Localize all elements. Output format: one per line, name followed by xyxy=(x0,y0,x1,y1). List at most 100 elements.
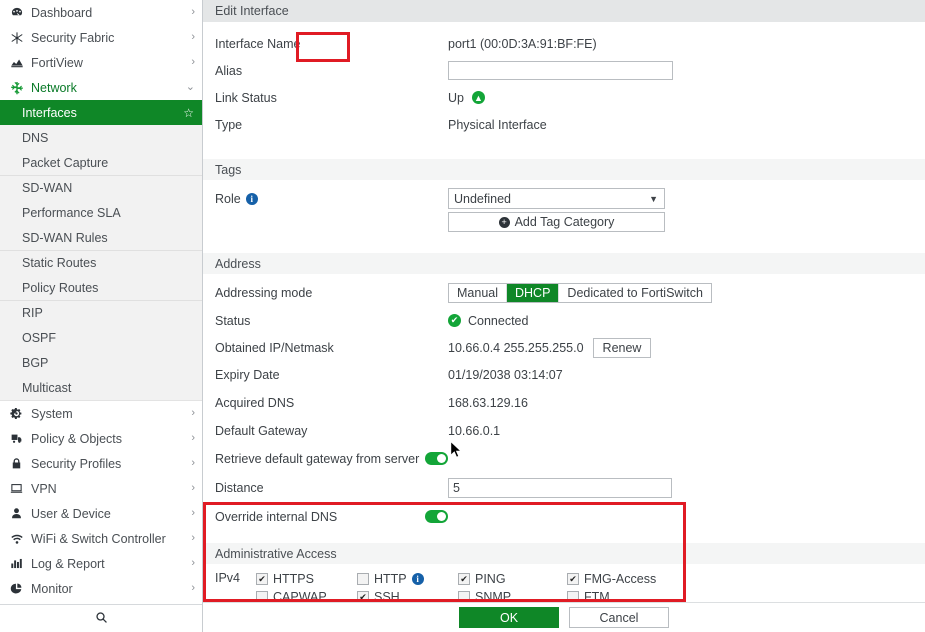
row-obtained-ip: Obtained IP/Netmask 10.66.0.4 255.255.25… xyxy=(203,336,925,359)
ok-button[interactable]: OK xyxy=(459,607,559,628)
link-status-label: Link Status xyxy=(215,91,448,105)
checkbox-label: FMG-Access xyxy=(584,572,656,586)
alias-input[interactable] xyxy=(448,61,673,80)
sidebar-item-policy-routes[interactable]: Policy Routes xyxy=(0,275,202,300)
sidebar-item-label: WiFi & Switch Controller xyxy=(31,532,191,546)
retrieve-default-gateway-toggle[interactable] xyxy=(425,452,448,465)
sidebar-item-security-fabric[interactable]: Security Fabric › xyxy=(0,25,202,50)
sidebar-item-label: User & Device xyxy=(31,507,191,521)
main-navigation-sidebar: Dashboard › Security Fabric › FortiView xyxy=(0,0,203,632)
checkbox-label: PING xyxy=(475,572,506,586)
add-tag-category-button[interactable]: + Add Tag Category xyxy=(448,212,665,232)
checkbox-ping[interactable]: PING xyxy=(458,570,567,588)
override-internal-dns-label: Override internal DNS xyxy=(215,510,425,524)
checkbox-http[interactable]: HTTP i xyxy=(357,570,458,588)
section-header-address: Address xyxy=(203,253,925,274)
security-fabric-icon xyxy=(8,31,25,45)
sidebar-item-ospf[interactable]: OSPF xyxy=(0,325,202,350)
sidebar-item-log-report[interactable]: Log & Report › xyxy=(0,551,202,576)
sidebar-item-label: SD-WAN Rules xyxy=(22,231,108,245)
sidebar-item-security-profiles[interactable]: Security Profiles › xyxy=(0,451,202,476)
sidebar-item-vpn[interactable]: VPN › xyxy=(0,476,202,501)
fortigate-admin-window: Dashboard › Security Fabric › FortiView xyxy=(0,0,925,632)
row-distance: Distance xyxy=(203,476,925,499)
row-status: Status ✔ Connected xyxy=(203,309,925,332)
user-icon xyxy=(8,507,25,520)
network-icon xyxy=(8,81,25,95)
sidebar-item-label: Static Routes xyxy=(22,256,96,270)
row-acquired-dns: Acquired DNS 168.63.129.16 xyxy=(203,391,925,414)
row-type: Type Physical Interface xyxy=(203,113,925,136)
row-alias: Alias xyxy=(203,59,925,82)
policy-objects-icon xyxy=(8,432,25,445)
addressing-mode-dedicated-fortiswitch[interactable]: Dedicated to FortiSwitch xyxy=(559,284,710,302)
addressing-mode-dhcp[interactable]: DHCP xyxy=(507,284,559,302)
retrieve-default-gateway-label: Retrieve default gateway from server xyxy=(215,452,425,466)
checkbox-box xyxy=(357,573,369,585)
sidebar-item-sd-wan[interactable]: SD-WAN xyxy=(0,175,202,200)
sidebar-item-system[interactable]: System › xyxy=(0,401,202,426)
obtained-ip-value: 10.66.0.4 255.255.255.0 xyxy=(448,341,584,355)
info-icon[interactable]: i xyxy=(246,193,258,205)
sidebar-item-label: Network xyxy=(31,81,186,95)
sidebar-item-label: Dashboard xyxy=(31,6,191,20)
sidebar-item-network[interactable]: Network ⌄ xyxy=(0,75,202,100)
sidebar-item-static-routes[interactable]: Static Routes xyxy=(0,250,202,275)
sidebar-search-button[interactable] xyxy=(0,604,202,632)
sidebar-item-label: OSPF xyxy=(22,331,56,345)
distance-input[interactable] xyxy=(448,478,672,498)
sidebar-item-sd-wan-rules[interactable]: SD-WAN Rules xyxy=(0,225,202,250)
sidebar-item-policy-objects[interactable]: Policy & Objects › xyxy=(0,426,202,451)
default-gateway-label: Default Gateway xyxy=(215,424,448,438)
sidebar-item-multicast[interactable]: Multicast xyxy=(0,375,202,400)
sidebar-item-performance-sla[interactable]: Performance SLA xyxy=(0,200,202,225)
sidebar-item-dashboard[interactable]: Dashboard › xyxy=(0,0,202,25)
checkbox-box xyxy=(567,573,579,585)
sidebar-item-user-device[interactable]: User & Device › xyxy=(0,501,202,526)
sidebar-item-interfaces[interactable]: Interfaces ☆ xyxy=(0,100,202,125)
sidebar-item-label: FortiView xyxy=(31,56,191,70)
sidebar-item-label: Policy & Objects xyxy=(31,432,191,446)
row-expiry-date: Expiry Date 01/19/2038 03:14:07 xyxy=(203,363,925,386)
plus-icon: + xyxy=(499,217,510,228)
addressing-mode-segmented-control: Manual DHCP Dedicated to FortiSwitch xyxy=(448,283,712,303)
override-internal-dns-toggle[interactable] xyxy=(425,510,448,523)
sidebar-item-label: BGP xyxy=(22,356,48,370)
checkbox-https[interactable]: HTTPS xyxy=(256,570,357,588)
checkbox-fmg-access[interactable]: FMG-Access xyxy=(567,570,677,588)
favorite-star-icon[interactable]: ☆ xyxy=(183,106,194,120)
addressing-mode-manual[interactable]: Manual xyxy=(449,284,507,302)
search-icon xyxy=(95,611,108,627)
renew-button[interactable]: Renew xyxy=(593,338,652,358)
sidebar-item-dns[interactable]: DNS xyxy=(0,125,202,150)
row-retrieve-default-gateway: Retrieve default gateway from server xyxy=(203,447,925,470)
checkbox-box xyxy=(256,573,268,585)
monitor-icon xyxy=(8,482,25,495)
sidebar-item-rip[interactable]: RIP xyxy=(0,300,202,325)
cancel-button[interactable]: Cancel xyxy=(569,607,669,628)
row-role: Role i Undefined ▼ + Add Tag Category xyxy=(203,188,925,232)
sidebar-item-label: DNS xyxy=(22,131,48,145)
sidebar-item-bgp[interactable]: BGP xyxy=(0,350,202,375)
type-label: Type xyxy=(215,118,448,132)
row-addressing-mode: Addressing mode Manual DHCP Dedicated to… xyxy=(203,281,925,304)
sidebar-item-wifi-switch-controller[interactable]: WiFi & Switch Controller › xyxy=(0,526,202,551)
sidebar-item-label: Policy Routes xyxy=(22,281,98,295)
role-select[interactable]: Undefined xyxy=(448,188,665,209)
checkbox-label: HTTP xyxy=(374,572,407,586)
check-circle-icon: ✔ xyxy=(448,314,461,327)
sidebar-item-label: Security Fabric xyxy=(31,31,191,45)
sidebar-item-monitor[interactable]: Monitor › xyxy=(0,576,202,601)
network-submenu: Interfaces ☆ DNS Packet Capture SD-WAN P… xyxy=(0,100,202,400)
sidebar-item-label: SD-WAN xyxy=(22,181,72,195)
status-value: Connected xyxy=(468,314,528,328)
sidebar-item-packet-capture[interactable]: Packet Capture xyxy=(0,150,202,175)
chevron-right-icon: › xyxy=(191,508,195,519)
sidebar-item-fortiview[interactable]: FortiView › xyxy=(0,50,202,75)
default-gateway-value: 10.66.0.1 xyxy=(448,424,500,438)
chevron-right-icon: › xyxy=(191,7,195,18)
info-icon[interactable]: i xyxy=(412,573,424,585)
gear-icon xyxy=(8,407,25,420)
expiry-date-label: Expiry Date xyxy=(215,368,448,382)
lock-icon xyxy=(8,457,25,470)
